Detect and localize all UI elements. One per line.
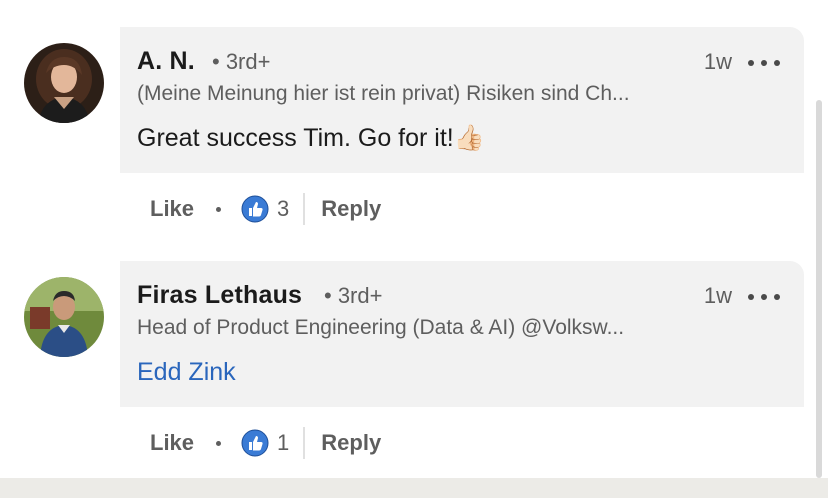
- author-name[interactable]: Firas Lethaus: [137, 281, 302, 310]
- separator-dot: [216, 206, 222, 212]
- comment-actions: Like 3 Reply: [150, 189, 381, 229]
- divider: [303, 427, 306, 459]
- timestamp: 1w: [703, 283, 732, 308]
- like-reaction-icon[interactable]: [241, 195, 269, 223]
- like-reaction-icon[interactable]: [241, 429, 269, 457]
- author-headline: (Meine Meinung hier ist rein privat) Ris…: [137, 82, 630, 105]
- avatar[interactable]: [24, 43, 104, 123]
- author-name[interactable]: A. N.: [137, 47, 195, 76]
- author-headline: Head of Product Engineering (Data & AI) …: [137, 316, 625, 339]
- separator-dot: [216, 440, 222, 446]
- connection-degree: • 3rd+: [212, 49, 271, 74]
- mention-link[interactable]: Edd Zink: [137, 358, 236, 387]
- scrollbar[interactable]: [816, 100, 822, 478]
- more-options-icon[interactable]: [748, 53, 780, 73]
- footer-strip: [0, 478, 828, 498]
- like-button[interactable]: Like: [150, 196, 194, 222]
- comment-text-content: Great success Tim. Go for it!: [137, 124, 454, 152]
- comment-text: Great success Tim. Go for it!👍🏻: [137, 124, 485, 153]
- comment-actions: Like 1 Reply: [150, 423, 381, 463]
- divider: [303, 193, 306, 225]
- timestamp: 1w: [703, 49, 732, 74]
- more-options-icon[interactable]: [748, 287, 780, 307]
- thumbs-up-emoji: 👍🏻: [453, 124, 485, 152]
- reaction-count[interactable]: 3: [277, 196, 289, 222]
- comment-bubble: Firas Lethaus • 3rd+ 1w Head of Product …: [120, 261, 804, 407]
- comment-bubble: A. N. • 3rd+ 1w (Meine Meinung hier ist …: [120, 27, 804, 173]
- avatar[interactable]: [24, 277, 104, 357]
- reaction-count[interactable]: 1: [277, 430, 289, 456]
- like-button[interactable]: Like: [150, 430, 194, 456]
- reply-button[interactable]: Reply: [321, 196, 381, 222]
- connection-degree: • 3rd+: [324, 283, 383, 308]
- reply-button[interactable]: Reply: [321, 430, 381, 456]
